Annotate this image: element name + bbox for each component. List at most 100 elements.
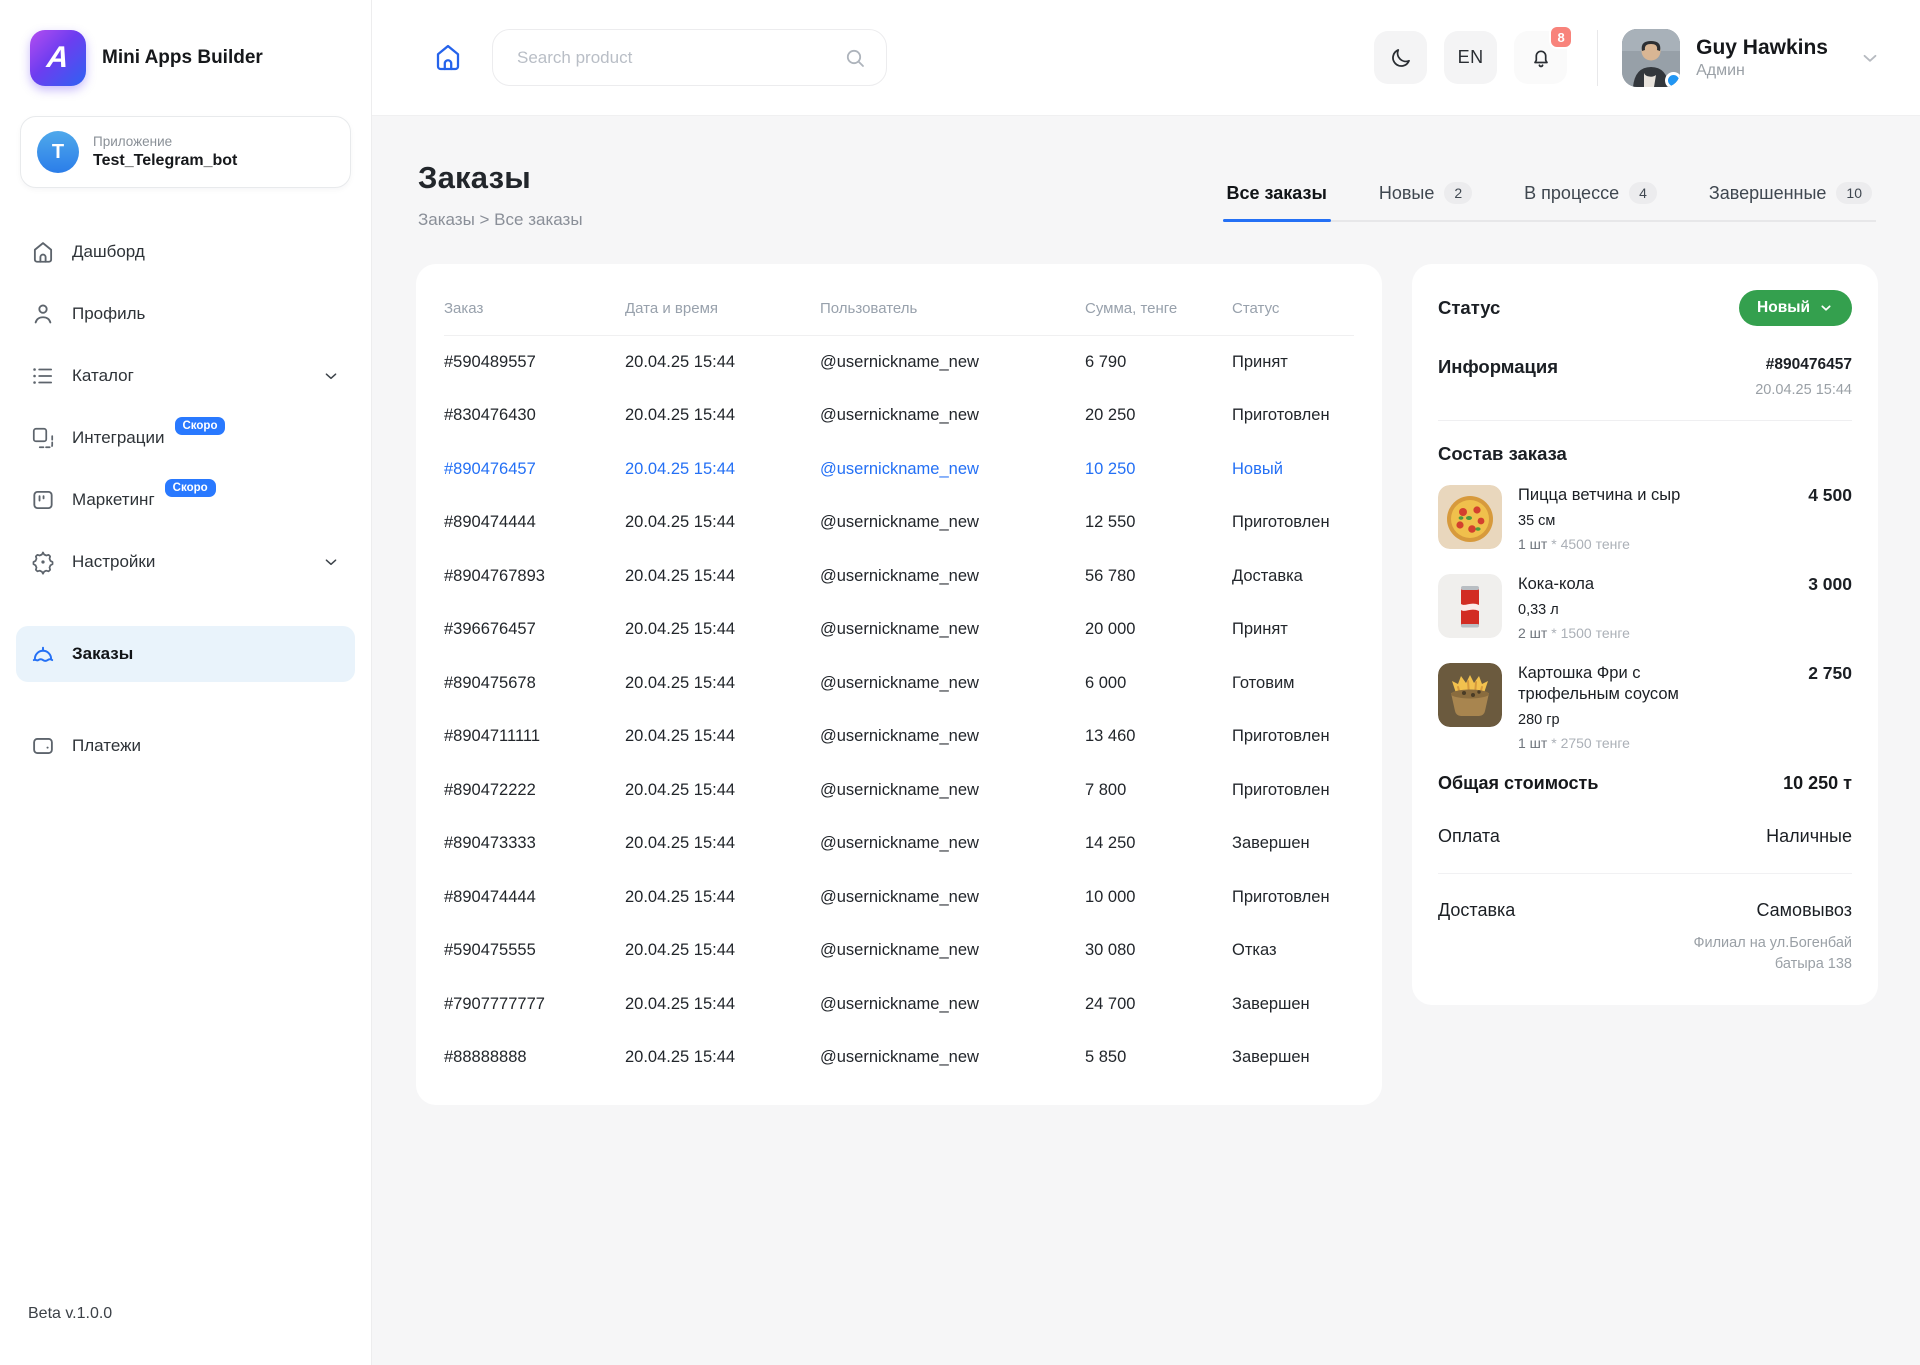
cell-status: Завершен [1232,1031,1354,1085]
table-row[interactable]: #88888888 20.04.25 15:44 @usernickname_n… [444,1031,1354,1085]
table-row[interactable]: #890474444 20.04.25 15:44 @usernickname_… [444,871,1354,925]
app-card-label: Приложение [93,134,237,149]
cell-order-id[interactable]: #890472222 [444,764,625,818]
cell-order-id[interactable]: #396676457 [444,603,625,657]
menu-item-label: Профиль [72,304,145,324]
table-row[interactable]: #396676457 20.04.25 15:44 @usernickname_… [444,603,1354,657]
cell-amount: 5 850 [1085,1031,1232,1085]
cell-user: @usernickname_new [820,710,1085,764]
table-row[interactable]: #830476430 20.04.25 15:44 @usernickname_… [444,389,1354,443]
sidebar-menu-item[interactable]: Настройки [16,534,355,590]
cell-status: Приготовлен [1232,710,1354,764]
app-avatar: T [37,131,79,173]
menu-item-label: Интеграции [72,428,165,448]
cell-order-id[interactable]: #7907777777 [444,978,625,1032]
cell-user: @usernickname_new [820,550,1085,604]
cell-user: @usernickname_new [820,1031,1085,1085]
sidebar-menu-item[interactable]: Дашборд [16,224,355,280]
table-row[interactable]: #890474444 20.04.25 15:44 @usernickname_… [444,496,1354,550]
cell-status: Новый [1232,443,1354,497]
soon-badge: Скоро [175,417,226,435]
table-row[interactable]: #890475678 20.04.25 15:44 @usernickname_… [444,657,1354,711]
order-tabs: Все заказы Новые 2 В процессе 4 [1223,174,1876,222]
sidebar-menu-item[interactable]: Маркетинг Скоро [16,472,355,528]
cell-order-id[interactable]: #830476430 [444,389,625,443]
product-size: 280 гр [1518,712,1792,728]
cell-order-id[interactable]: #890473333 [444,817,625,871]
cell-user: @usernickname_new [820,817,1085,871]
cell-order-id[interactable]: #8904767893 [444,550,625,604]
menu-item-icon [30,239,56,265]
order-item: Кока-кола 0,33 л 2 шт * 1500 тенге 3 000 [1438,574,1852,641]
cell-status: Приготовлен [1232,764,1354,818]
cell-datetime: 20.04.25 15:44 [625,496,820,550]
cell-order-id[interactable]: #890476457 [444,443,625,497]
table-row[interactable]: #590489557 20.04.25 15:44 @usernickname_… [444,336,1354,390]
cell-datetime: 20.04.25 15:44 [625,924,820,978]
cell-order-id[interactable]: #88888888 [444,1031,625,1085]
cell-order-id[interactable]: #890474444 [444,496,625,550]
product-image [1438,485,1502,549]
cell-datetime: 20.04.25 15:44 [625,764,820,818]
home-icon[interactable] [432,41,466,75]
order-detail-card: Статус Новый Информация #890476457 20.04… [1412,264,1878,1005]
menu-item-icon [30,487,56,513]
product-size: 35 см [1518,513,1792,529]
cell-status: Принят [1232,336,1354,390]
menu-item-label: Заказы [72,644,133,664]
product-price: 3 000 [1808,574,1852,641]
column-header-amount: Сумма, тенге [1085,278,1232,336]
chevron-down-icon [1858,46,1882,70]
product-name: Кока-кола [1518,574,1718,596]
total-value: 10 250 т [1783,773,1852,794]
divider [1438,873,1852,874]
language-button[interactable]: EN [1444,31,1497,84]
search [492,29,887,86]
table-row[interactable]: #8904767893 20.04.25 15:44 @usernickname… [444,550,1354,604]
product-qty-line: 1 шт * 2750 тенге [1518,735,1792,751]
table-row[interactable]: #890472222 20.04.25 15:44 @usernickname_… [444,764,1354,818]
sidebar-menu-item[interactable]: Платежи [16,718,355,774]
avatar [1622,29,1680,87]
menu-item-label: Настройки [72,552,155,572]
cell-order-id[interactable]: #590475555 [444,924,625,978]
cell-amount: 12 550 [1085,496,1232,550]
search-input[interactable] [492,29,887,86]
tab[interactable]: Все заказы [1223,175,1331,220]
sidebar-menu-item[interactable]: Профиль [16,286,355,342]
app-selector-card[interactable]: T Приложение Test_Telegram_bot [20,116,351,188]
product-name: Пицца ветчина и сыр [1518,485,1718,507]
cell-amount: 30 080 [1085,924,1232,978]
cell-status: Приготовлен [1232,871,1354,925]
status-dropdown-button[interactable]: Новый [1739,290,1852,326]
table-row[interactable]: #7907777777 20.04.25 15:44 @usernickname… [444,978,1354,1032]
cell-amount: 6 000 [1085,657,1232,711]
table-row[interactable]: #8904711111 20.04.25 15:44 @usernickname… [444,710,1354,764]
tab[interactable]: Завершенные 10 [1705,174,1876,220]
tab[interactable]: Новые 2 [1375,174,1476,220]
table-row[interactable]: #590475555 20.04.25 15:44 @usernickname_… [444,924,1354,978]
tab[interactable]: В процессе 4 [1520,174,1661,220]
cell-user: @usernickname_new [820,764,1085,818]
cell-order-id[interactable]: #890475678 [444,657,625,711]
sidebar-menu-item[interactable]: Заказы [16,626,355,682]
cell-datetime: 20.04.25 15:44 [625,978,820,1032]
table-row[interactable]: #890473333 20.04.25 15:44 @usernickname_… [444,817,1354,871]
cell-order-id[interactable]: #590489557 [444,336,625,390]
product-name: Картошка Фри с трюфельным соусом [1518,663,1718,707]
user-menu[interactable]: Guy Hawkins Админ [1622,29,1882,87]
menu-item-icon [30,549,56,575]
tab-count-badge: 2 [1444,182,1472,204]
cell-order-id[interactable]: #8904711111 [444,710,625,764]
theme-toggle-button[interactable] [1374,31,1427,84]
sidebar-menu-item[interactable]: Интеграции Скоро [16,410,355,466]
total-label: Общая стоимость [1438,773,1598,794]
order-id: #890476457 [1755,356,1852,374]
sidebar-menu-item[interactable]: Каталог [16,348,355,404]
cell-order-id[interactable]: #890474444 [444,871,625,925]
table-row[interactable]: #890476457 20.04.25 15:44 @usernickname_… [444,443,1354,497]
notification-count-badge: 8 [1549,25,1573,49]
tab-label: Новые [1379,183,1435,204]
notifications-button[interactable]: 8 [1514,31,1567,84]
order-items-title: Состав заказа [1438,443,1852,465]
